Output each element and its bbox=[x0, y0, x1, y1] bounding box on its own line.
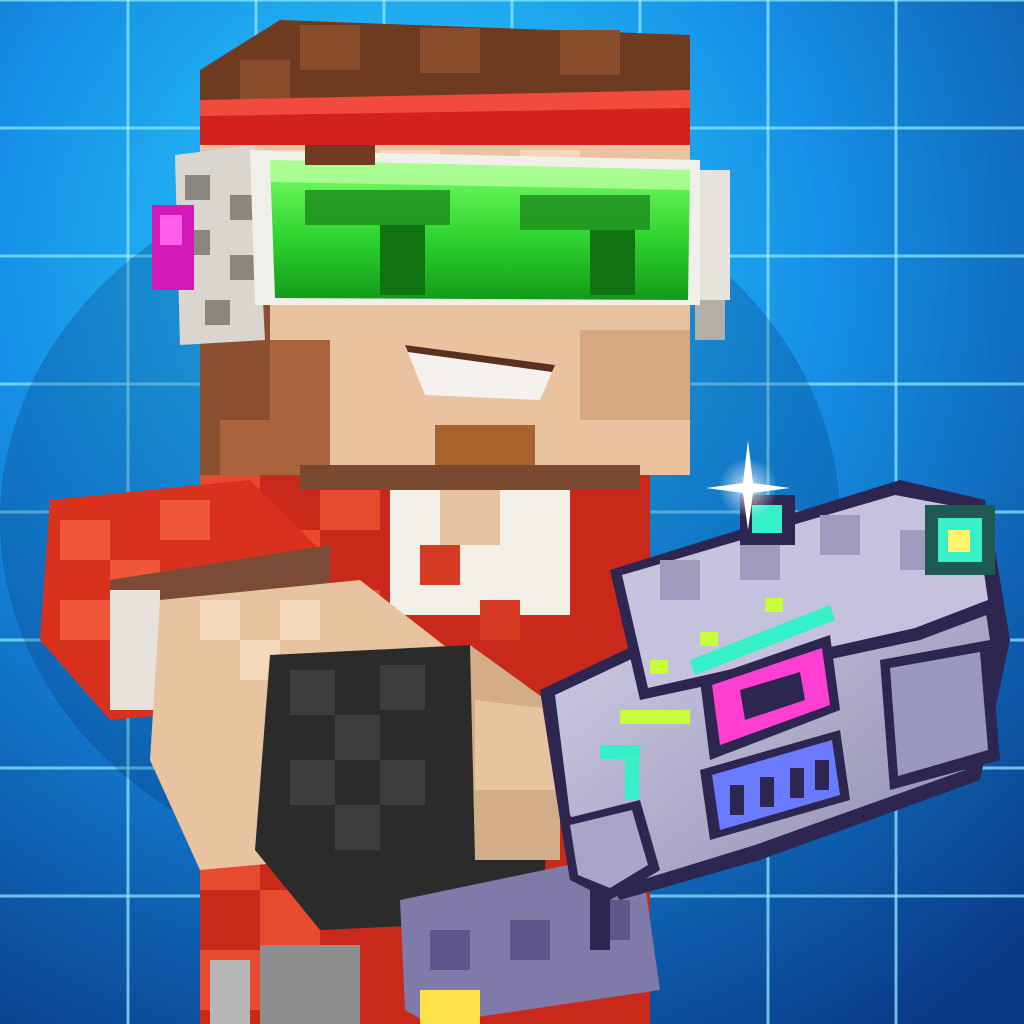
app-icon-artwork bbox=[0, 0, 1024, 1024]
character-illustration bbox=[0, 0, 1024, 1024]
